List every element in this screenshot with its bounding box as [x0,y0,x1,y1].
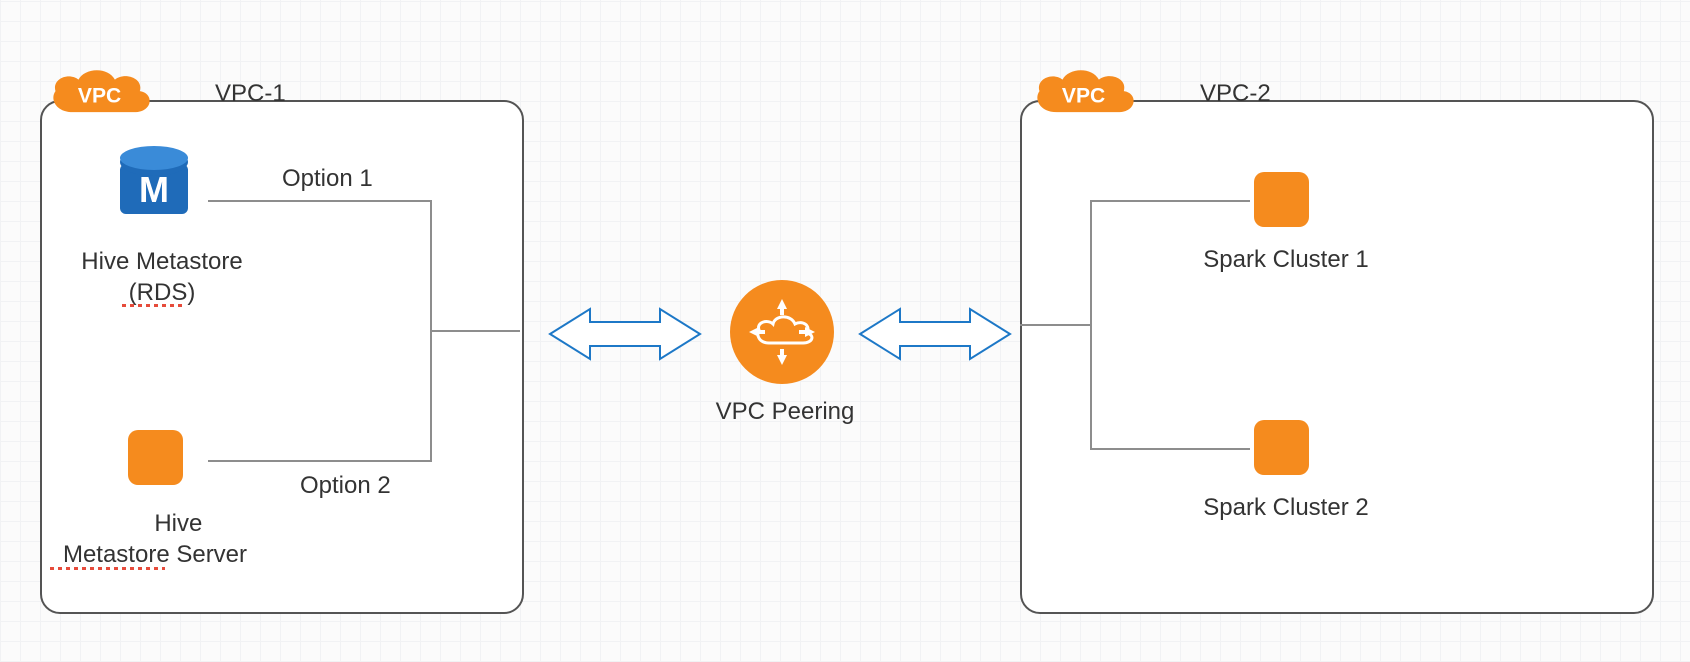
spark1-label: Spark Cluster 1 [1186,246,1386,274]
double-arrow-icon [545,304,705,364]
compute-node-icon [128,430,183,485]
hive-rds-label: Hive Metastore (RDS) [62,246,262,308]
db-letter: M [139,169,169,210]
vpc1-title: VPC-1 [215,80,286,108]
connector-line [1090,448,1250,450]
spellcheck-squiggle [50,567,165,570]
option2-label: Option 2 [300,472,391,500]
vpc2-title: VPC-2 [1200,80,1271,108]
spark2-label: Spark Cluster 2 [1186,494,1386,522]
spellcheck-squiggle [122,304,182,307]
vpc2-badge-text: VPC [1062,85,1105,108]
connector-line [1090,200,1250,202]
vpc-peering-icon [730,280,834,384]
connector-line [1020,324,1090,326]
connector-line [430,330,520,332]
vpc1-badge-text: VPC [78,85,121,108]
option1-label: Option 1 [282,165,373,193]
vpc-cloud-icon: VPC [44,64,159,122]
double-arrow-icon [855,304,1015,364]
vpc-peering-label: VPC Peering [700,398,870,426]
compute-node-icon [1254,172,1309,227]
database-icon: M [114,140,194,220]
connector-line [1090,200,1092,450]
vpc2-container [1020,100,1654,614]
connector-line [208,200,430,202]
compute-node-icon [1254,420,1309,475]
connector-line [208,460,430,462]
hive-server-label: Hive Metastore Server [40,508,270,570]
vpc-cloud-icon: VPC [1028,64,1143,122]
